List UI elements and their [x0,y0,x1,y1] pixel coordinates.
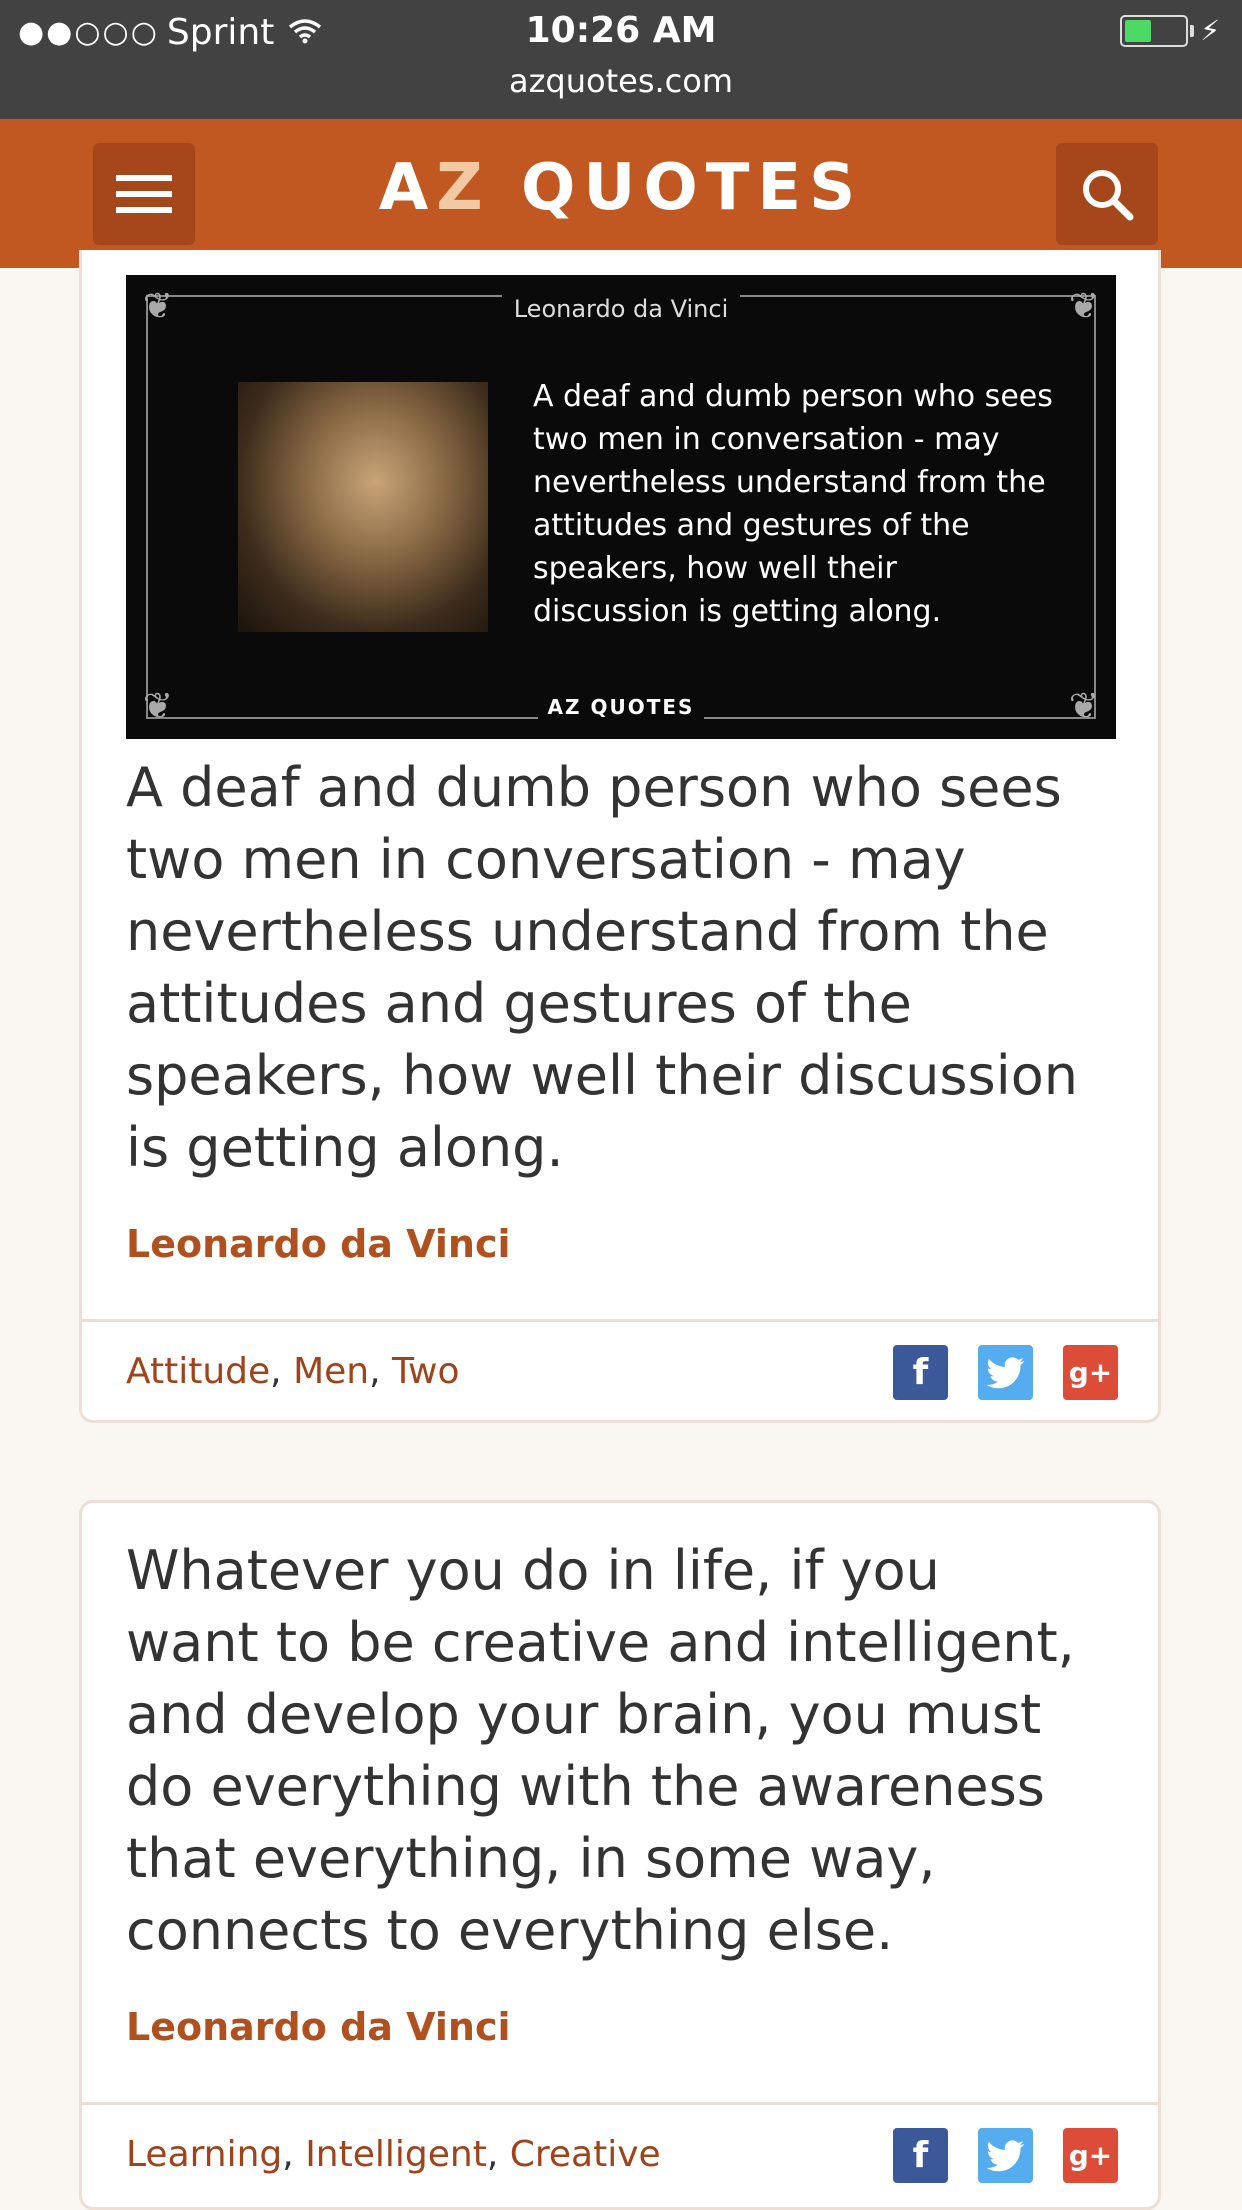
tag-link[interactable]: Intelligent [305,2134,487,2175]
facebook-share-button[interactable]: f [893,1345,948,1400]
facebook-share-button[interactable]: f [893,2128,948,2183]
share-buttons: f g+ [893,1345,1118,1400]
card-divider [79,2102,1161,2105]
twitter-share-button[interactable] [978,1345,1033,1400]
clock: 10:26 AM [525,10,717,51]
charging-icon: ⚡ [1200,14,1220,47]
battery-indicator: ⚡ [1120,14,1220,47]
google-plus-icon: g+ [1068,2139,1113,2172]
facebook-icon: f [912,1352,929,1393]
google-plus-share-button[interactable]: g+ [1063,2128,1118,2183]
search-button[interactable] [1056,143,1158,245]
tag-list: Attitude, Men, Two [126,1351,460,1392]
card-divider [79,1319,1161,1322]
image-author: Leonardo da Vinci [501,295,741,323]
quote-text[interactable]: Whatever you do in life, if you want to … [126,1535,1086,1967]
author-portrait [238,382,488,632]
google-plus-share-button[interactable]: g+ [1063,1345,1118,1400]
tag-link[interactable]: Men [293,1351,369,1392]
tag-link[interactable]: Two [392,1351,460,1392]
quote-text[interactable]: A deaf and dumb person who sees two men … [126,752,1086,1184]
tag-list: Learning, Intelligent, Creative [126,2134,661,2175]
twitter-icon [986,2139,1024,2171]
image-logo: AZ QUOTES [537,695,705,719]
google-plus-icon: g+ [1068,1356,1113,1389]
share-buttons: f g+ [893,2128,1118,2183]
quote-author-link[interactable]: Leonardo da Vinci [126,2005,511,2049]
address-bar[interactable]: azquotes.com [0,62,1242,100]
image-quote-text: A deaf and dumb person who sees two men … [533,379,1053,629]
battery-icon [1120,14,1189,47]
twitter-icon [986,1356,1024,1388]
twitter-share-button[interactable] [978,2128,1033,2183]
tag-link[interactable]: Learning [126,2134,282,2175]
quote-image[interactable]: ❦ ❦ ❦ ❦ Leonardo da Vinci A deaf and dum… [126,275,1116,739]
quote-author-link[interactable]: Leonardo da Vinci [126,1222,511,1266]
facebook-icon: f [912,2135,929,2176]
search-icon [1083,170,1134,221]
tag-link[interactable]: Attitude [126,1351,270,1392]
status-bar: ●●○○○ Sprint 10:26 AM azquotes.com ⚡ [0,0,1242,119]
site-header: AZ QUOTES [0,119,1242,268]
tag-link[interactable]: Creative [510,2134,661,2175]
